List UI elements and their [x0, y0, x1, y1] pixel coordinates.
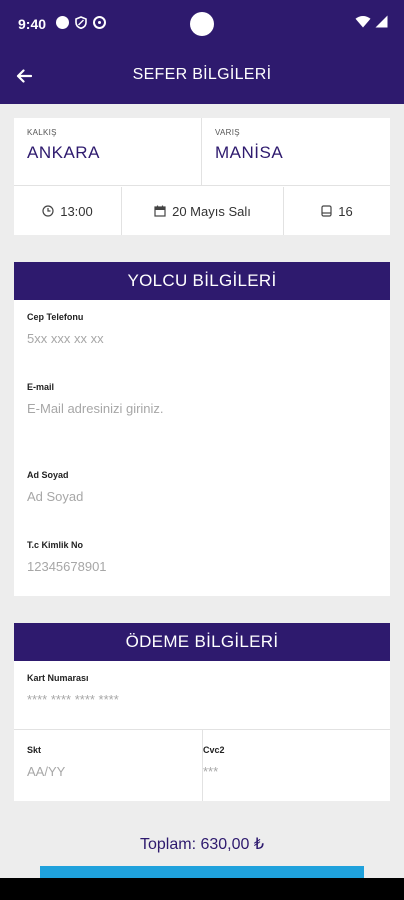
page-title: SEFER BİLGİLERİ — [132, 66, 272, 83]
passenger-form: Cep Telefonu E-mail Ad Soyad T.c Kimlik … — [14, 300, 390, 596]
payment-info-header: ÖDEME BİLGİLERİ — [14, 623, 390, 661]
payment-form: Kart Numarası Skt Cvc2 — [14, 661, 390, 801]
status-system-icons — [355, 15, 388, 28]
departure-block: KALKIŞ ANKARA — [14, 118, 202, 186]
clock-icon — [42, 205, 54, 217]
departure-date-value: 20 Mayıs Salı — [172, 203, 251, 219]
seat-number: 16 — [284, 187, 390, 235]
tc-id-input[interactable] — [27, 554, 367, 578]
app-bar: SEFER BİLGİLERİ — [0, 48, 404, 104]
card-number-input[interactable] — [27, 687, 367, 711]
trip-info-row: 13:00 20 Mayıs Salı 16 — [14, 187, 390, 235]
total-amount: Toplam: 630,00 ₺ — [139, 836, 265, 853]
card-number-label: Kart Numarası — [27, 673, 89, 683]
departure-time: 13:00 — [14, 187, 122, 235]
seat-icon — [321, 205, 332, 217]
passenger-info-header: YOLCU BİLGİLERİ — [14, 262, 390, 300]
arrival-label: VARIŞ — [215, 128, 240, 137]
name-label: Ad Soyad — [27, 470, 69, 480]
email-input[interactable] — [27, 396, 367, 420]
shield-icon — [75, 16, 87, 29]
sync-icon — [93, 16, 106, 29]
status-notification-icons — [56, 16, 106, 29]
arrival-city: MANİSA — [215, 143, 284, 162]
cvc-input[interactable] — [203, 759, 363, 783]
signal-icon — [375, 15, 388, 28]
email-label: E-mail — [27, 382, 55, 392]
departure-time-value: 13:00 — [60, 203, 93, 219]
wifi-icon — [355, 15, 371, 28]
expiry-label: Skt — [27, 745, 42, 755]
route-row: KALKIŞ ANKARA VARIŞ MANİSA — [14, 118, 390, 186]
phone-input[interactable] — [27, 326, 367, 350]
departure-date: 20 Mayıs Salı — [122, 187, 284, 235]
status-time: 9:40 — [18, 16, 47, 32]
camera-cutout — [190, 12, 214, 36]
cvc-label: Cvc2 — [203, 745, 225, 755]
name-input[interactable] — [27, 484, 367, 508]
status-bar: 9:40 — [0, 0, 404, 48]
departure-label: KALKIŞ — [27, 128, 57, 137]
system-navigation-bar — [0, 878, 404, 900]
departure-city: ANKARA — [27, 143, 100, 162]
trip-summary-card: KALKIŞ ANKARA VARIŞ MANİSA 13:00 20 Mayı… — [14, 118, 390, 235]
tc-id-label: T.c Kimlik No — [27, 540, 84, 550]
notification-dot-icon — [56, 16, 69, 29]
calendar-icon — [154, 205, 166, 217]
seat-number-value: 16 — [338, 203, 353, 219]
arrival-block: VARIŞ MANİSA — [202, 118, 390, 186]
phone-label: Cep Telefonu — [27, 312, 84, 322]
expiry-input[interactable] — [27, 759, 187, 783]
